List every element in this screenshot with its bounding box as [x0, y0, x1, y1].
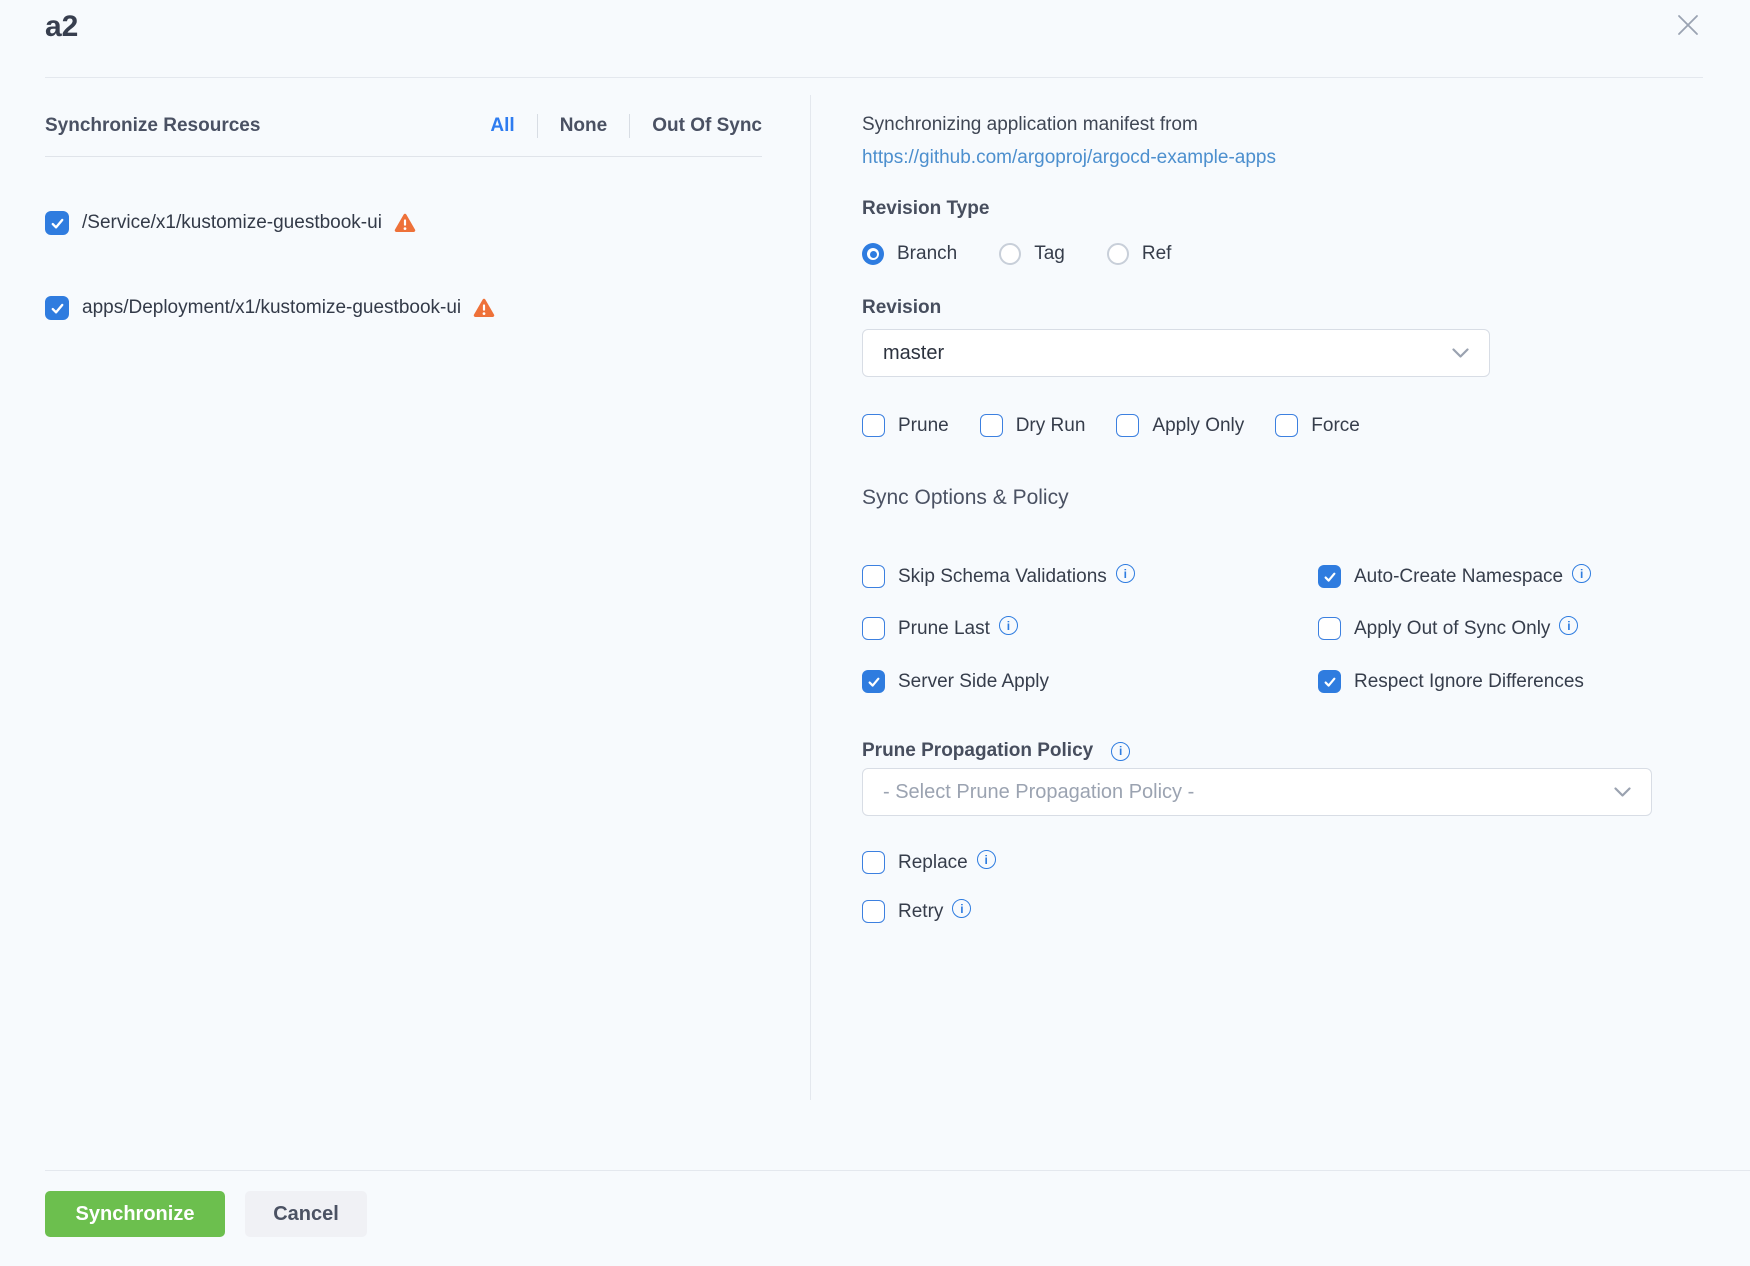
resource-row: apps/Deployment/x1/kustomize-guestbook-u… [45, 296, 495, 320]
prune-propagation-label: Prune Propagation Policy [862, 740, 1093, 762]
checkbox-force[interactable]: Force [1275, 414, 1360, 437]
radio-ref[interactable]: Ref [1107, 243, 1172, 265]
filter-separator [629, 114, 630, 138]
info-icon[interactable]: i [1116, 564, 1135, 583]
page-title: a2 [45, 10, 78, 44]
prune-propagation-select[interactable]: - Select Prune Propagation Policy - [862, 768, 1652, 816]
cancel-button[interactable]: Cancel [245, 1191, 367, 1237]
revision-value: master [883, 342, 944, 365]
filter-separator [537, 114, 538, 138]
prune-propagation-placeholder: - Select Prune Propagation Policy - [883, 781, 1194, 804]
info-icon[interactable]: i [1572, 564, 1591, 583]
manifest-label: Synchronizing application manifest from [862, 114, 1198, 136]
checkbox-dry-run[interactable]: Dry Run [980, 414, 1086, 437]
options-row: Server Side Apply Respect Ignore Differe… [862, 670, 1652, 694]
checkbox-prune[interactable]: Prune [862, 414, 949, 437]
info-icon[interactable]: i [999, 616, 1018, 635]
sync-dialog: a2 Synchronize Resources All None Out Of… [0, 0, 1750, 1266]
checkbox-respect-ignore-differences[interactable]: Respect Ignore Differences [1318, 670, 1584, 693]
radio-unselected-icon [1107, 243, 1129, 265]
resources-header: Synchronize Resources All None Out Of Sy… [45, 114, 762, 138]
radio-tag[interactable]: Tag [999, 243, 1065, 265]
resource-row: /Service/x1/kustomize-guestbook-ui [45, 211, 416, 235]
filter-all[interactable]: All [490, 115, 514, 137]
checkbox-retry[interactable]: Retry i [862, 900, 971, 923]
footer-divider [45, 1170, 1750, 1171]
info-icon[interactable]: i [952, 899, 971, 918]
warning-icon [394, 213, 416, 233]
sync-options-title: Sync Options & Policy [862, 486, 1069, 510]
resources-divider [45, 156, 762, 157]
checkbox-icon [1275, 414, 1298, 437]
resource-checkbox[interactable] [45, 296, 69, 320]
checkbox-icon [1318, 670, 1341, 693]
revision-label: Revision [862, 297, 941, 319]
radio-selected-icon [862, 243, 884, 265]
sync-flags: Prune Dry Run Apply Only Force [862, 414, 1360, 437]
checkbox-apply-only[interactable]: Apply Only [1116, 414, 1244, 437]
resource-filters: All None Out Of Sync [490, 114, 762, 138]
info-icon[interactable]: i [977, 850, 996, 869]
panel-divider [810, 95, 811, 1100]
checkbox-icon [980, 414, 1003, 437]
resource-checkbox[interactable] [45, 211, 69, 235]
checkbox-apply-out-of-sync-only[interactable]: Apply Out of Sync Only i [1318, 617, 1578, 640]
radio-branch[interactable]: Branch [862, 243, 957, 265]
chevron-down-icon [1452, 348, 1469, 359]
close-button[interactable] [1672, 10, 1704, 42]
info-icon[interactable]: i [1111, 742, 1130, 761]
checkbox-icon [862, 851, 885, 874]
manifest-url-link[interactable]: https://github.com/argoproj/argocd-examp… [862, 147, 1276, 169]
resource-name: apps/Deployment/x1/kustomize-guestbook-u… [82, 297, 461, 319]
revision-type-radios: Branch Tag Ref [862, 243, 1171, 265]
chevron-down-icon [1614, 787, 1631, 798]
checkbox-icon [862, 900, 885, 923]
options-row: Prune Last i Apply Out of Sync Only i [862, 617, 1652, 641]
checkbox-prune-last[interactable]: Prune Last i [862, 617, 1018, 640]
checkbox-icon [862, 670, 885, 693]
checkbox-icon [862, 565, 885, 588]
options-row: Skip Schema Validations i Auto-Create Na… [862, 565, 1652, 589]
prune-propagation-label-row: Prune Propagation Policy i [862, 740, 1130, 762]
checkbox-icon [862, 414, 885, 437]
filter-out-of-sync[interactable]: Out Of Sync [652, 115, 762, 137]
checkbox-skip-schema-validations[interactable]: Skip Schema Validations i [862, 565, 1135, 588]
checkbox-icon [1318, 617, 1341, 640]
synchronize-button[interactable]: Synchronize [45, 1191, 225, 1237]
checkbox-replace[interactable]: Replace i [862, 851, 996, 874]
close-icon [1675, 26, 1701, 41]
warning-icon [473, 298, 495, 318]
checkbox-auto-create-namespace[interactable]: Auto-Create Namespace i [1318, 565, 1591, 588]
checkbox-icon [1318, 565, 1341, 588]
checkbox-icon [862, 617, 885, 640]
revision-type-label: Revision Type [862, 198, 989, 220]
resources-panel-title: Synchronize Resources [45, 115, 260, 137]
header-divider [45, 77, 1703, 78]
resource-name: /Service/x1/kustomize-guestbook-ui [82, 212, 382, 234]
checkbox-icon [1116, 414, 1139, 437]
revision-select[interactable]: master [862, 329, 1490, 377]
checkbox-server-side-apply[interactable]: Server Side Apply [862, 670, 1049, 693]
radio-unselected-icon [999, 243, 1021, 265]
filter-none[interactable]: None [560, 115, 608, 137]
info-icon[interactable]: i [1559, 616, 1578, 635]
